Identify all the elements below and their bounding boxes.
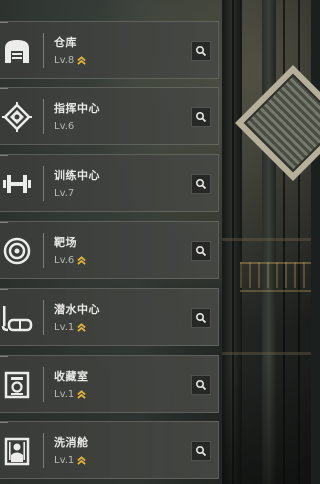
search-icon [195,111,207,123]
search-icon [195,178,207,190]
facility-level-value: Lv.6 [54,255,75,266]
search-icon [195,245,207,257]
upgrade-available-icon [77,256,86,265]
card-divider [43,433,44,468]
background-beam [222,352,311,355]
search-icon [195,312,207,324]
background-railing [240,262,311,288]
dumbbell-icon [0,165,34,202]
search-icon [195,379,207,391]
facility-name: 靶场 [54,236,77,249]
facility-level: Lv.1 [54,455,86,466]
inspect-button[interactable] [191,107,211,127]
card-divider [43,166,44,201]
facility-level: Lv.6 [54,121,74,132]
facility-level-value: Lv.7 [54,188,75,199]
decontamination-icon [0,432,34,469]
facility-name: 收藏室 [54,370,89,383]
inspect-button[interactable] [191,308,211,328]
search-icon [195,445,207,457]
facility-level-value: Lv.1 [54,389,75,400]
facility-card-warehouse[interactable]: 仓库 Lv.8 [0,21,219,79]
background-railing [240,290,311,292]
facility-name: 仓库 [54,36,77,49]
target-icon [0,232,34,269]
facility-level: Lv.8 [54,55,86,66]
facility-card-shooting-range[interactable]: 靶场 Lv.6 [0,221,219,279]
inspect-button[interactable] [191,241,211,261]
facility-level-value: Lv.8 [54,55,75,66]
facility-card-decontamination-pod[interactable]: 洗消舱 Lv.1 [0,421,219,479]
upgrade-available-icon [77,390,86,399]
card-divider [43,233,44,268]
diving-mask-icon [0,299,34,336]
card-divider [43,99,44,134]
facility-level: Lv.6 [54,255,86,266]
facility-level-value: Lv.1 [54,322,75,333]
facility-name: 洗消舱 [54,436,89,449]
inspect-button[interactable] [191,375,211,395]
upgrade-available-icon [77,323,86,332]
facility-name: 训练中心 [54,169,100,182]
card-divider [43,300,44,335]
background-shadow [222,364,311,484]
facility-name: 潜水中心 [54,303,100,316]
card-divider [43,33,44,68]
upgrade-available-icon [77,56,86,65]
card-divider [43,367,44,402]
collection-room-icon [0,366,34,403]
inspect-button[interactable] [191,441,211,461]
facility-card-command-center[interactable]: 指挥中心 Lv.6 [0,87,219,145]
facility-card-collection-room[interactable]: 收藏室 Lv.1 [0,355,219,413]
upgrade-available-icon [77,456,86,465]
facility-level-value: Lv.1 [54,455,75,466]
facility-level-value: Lv.6 [54,121,75,132]
command-center-icon [0,98,34,135]
facility-card-training-center[interactable]: 训练中心 Lv.7 [0,154,219,212]
warehouse-icon [0,32,34,69]
facility-level: Lv.1 [54,322,86,333]
facility-name: 指挥中心 [54,102,100,115]
inspect-button[interactable] [191,174,211,194]
facility-card-diving-center[interactable]: 潜水中心 Lv.1 [0,288,219,346]
facility-level: Lv.1 [54,389,86,400]
background-beam [222,238,311,241]
facility-level: Lv.7 [54,188,74,199]
inspect-button[interactable] [191,41,211,61]
search-icon [195,45,207,57]
